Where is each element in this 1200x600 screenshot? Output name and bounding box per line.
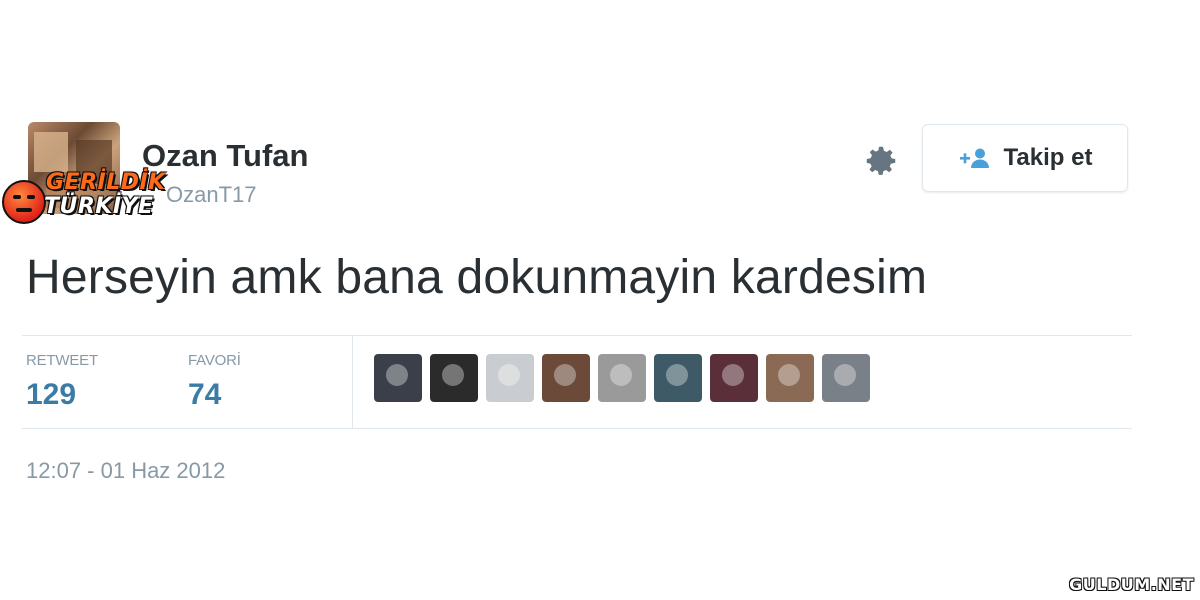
add-user-icon bbox=[959, 148, 989, 168]
retweet-label: RETWEET bbox=[26, 352, 98, 369]
favoriter-avatar[interactable] bbox=[766, 354, 814, 402]
watermark-line2: TÜRKİYE bbox=[44, 194, 154, 219]
favoriter-avatar[interactable] bbox=[654, 354, 702, 402]
favorite-label: FAVORİ bbox=[188, 352, 241, 369]
site-watermark: GULDUM.NET bbox=[1069, 575, 1194, 594]
favorite-count[interactable]: 74 bbox=[188, 378, 221, 412]
favoriter-avatar[interactable] bbox=[374, 354, 422, 402]
favoriter-avatar[interactable] bbox=[542, 354, 590, 402]
follow-label: Takip et bbox=[1003, 144, 1093, 171]
favoriters-avatars bbox=[374, 354, 870, 406]
tweet-text: Herseyin amk bana dokunmayin kardesim bbox=[26, 251, 928, 304]
tweet-timestamp[interactable]: 12:07 - 01 Haz 2012 bbox=[26, 458, 225, 484]
eye bbox=[27, 195, 35, 199]
follow-button[interactable]: Takip et bbox=[922, 124, 1128, 192]
divider bbox=[352, 336, 353, 428]
favoriter-avatar[interactable] bbox=[430, 354, 478, 402]
favoriter-avatar[interactable] bbox=[486, 354, 534, 402]
angry-face-icon bbox=[2, 180, 46, 224]
profile-name[interactable]: Ozan Tufan bbox=[142, 138, 308, 174]
divider bbox=[22, 335, 1132, 336]
favoriter-avatar[interactable] bbox=[822, 354, 870, 402]
favoriter-avatar[interactable] bbox=[710, 354, 758, 402]
divider bbox=[22, 428, 1132, 429]
gear-icon[interactable] bbox=[862, 142, 900, 180]
mouth bbox=[16, 208, 32, 212]
avatar-detail bbox=[34, 132, 68, 172]
retweet-count[interactable]: 129 bbox=[26, 378, 76, 412]
eye bbox=[13, 195, 21, 199]
favoriter-avatar[interactable] bbox=[598, 354, 646, 402]
watermark-logo: GERİLDİK TÜRKİYE bbox=[2, 168, 165, 226]
profile-handle[interactable]: OzanT17 bbox=[166, 182, 257, 208]
